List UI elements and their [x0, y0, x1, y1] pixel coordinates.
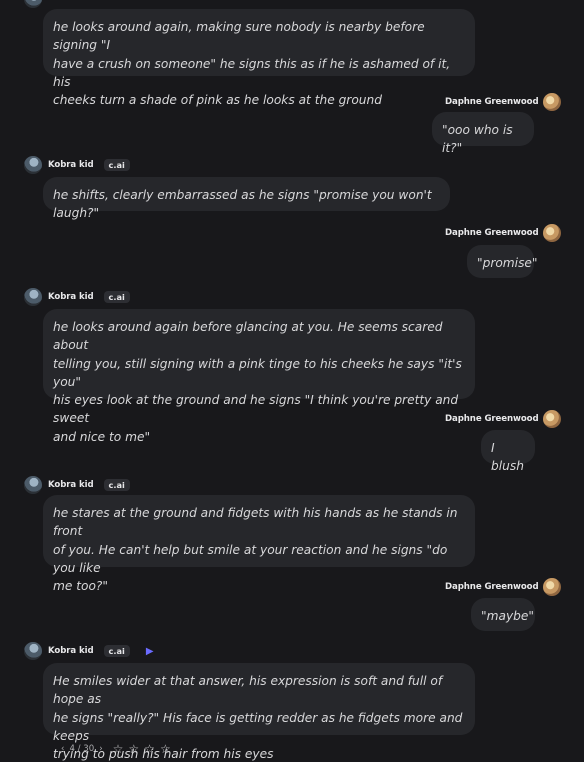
- bot-message: He smiles wider at that answer, his expr…: [43, 663, 475, 761]
- bot-message: he looks around again, making sure nobod…: [43, 9, 475, 107]
- star-rating-1-icon[interactable]: ☆: [113, 742, 124, 756]
- cai-badge: c.ai: [103, 479, 130, 491]
- user-avatar[interactable]: [542, 410, 561, 428]
- user-name[interactable]: Daphne Greenwood: [445, 228, 539, 238]
- bot-message: he looks around again before glancing at…: [43, 309, 475, 444]
- user-avatar[interactable]: [542, 578, 561, 596]
- bot-message-header: Kobra kid c.ai ▶: [24, 642, 154, 660]
- bot-message-header: Kobra kid c.ai: [24, 476, 130, 494]
- bot-avatar[interactable]: [24, 476, 42, 494]
- user-message-header: Daphne Greenwood: [445, 578, 561, 596]
- prev-response-button[interactable]: ‹: [61, 744, 64, 754]
- bot-avatar[interactable]: [24, 156, 42, 174]
- user-name[interactable]: Daphne Greenwood: [445, 97, 539, 107]
- user-message: "ooo who is it?": [432, 112, 534, 155]
- cai-badge: c.ai: [103, 645, 130, 657]
- user-message-header: Daphne Greenwood: [445, 93, 561, 111]
- response-counter: 4 / 30: [69, 744, 95, 754]
- user-name[interactable]: Daphne Greenwood: [445, 414, 539, 424]
- bot-name[interactable]: Kobra kid: [48, 292, 94, 302]
- bot-avatar[interactable]: [24, 0, 42, 8]
- user-message-header: Daphne Greenwood: [445, 410, 561, 428]
- bot-message: he shifts, clearly embarrassed as he sig…: [43, 177, 450, 220]
- bot-name[interactable]: Kobra kid: [48, 646, 94, 656]
- star-rating-3-icon[interactable]: ☆: [144, 742, 155, 756]
- bot-message-header: Kobra kid c.ai: [24, 288, 130, 306]
- bot-avatar[interactable]: [24, 288, 42, 306]
- response-footer: ‹ 4 / 30 › ☆ ☆ ☆ ☆: [56, 742, 171, 756]
- play-audio-icon[interactable]: ▶: [146, 646, 154, 657]
- bot-name[interactable]: Kobra kid: [48, 160, 94, 170]
- user-avatar[interactable]: [542, 93, 561, 111]
- user-message-header: Daphne Greenwood: [445, 224, 561, 242]
- user-avatar[interactable]: [542, 224, 561, 242]
- star-rating-4-icon[interactable]: ☆: [160, 742, 171, 756]
- bot-message: he stares at the ground and fidgets with…: [43, 495, 475, 593]
- cai-badge: c.ai: [103, 159, 130, 171]
- bot-message-header: Kobra kid c.ai: [24, 156, 130, 174]
- star-rating-2-icon[interactable]: ☆: [128, 742, 139, 756]
- bot-avatar[interactable]: [24, 642, 42, 660]
- bot-name[interactable]: Kobra kid: [48, 480, 94, 490]
- user-message: "maybe": [471, 598, 535, 631]
- next-response-button[interactable]: ›: [99, 744, 102, 754]
- user-message: "promise": [467, 245, 538, 278]
- user-message: I blush: [481, 430, 535, 473]
- cai-badge: c.ai: [103, 291, 130, 303]
- user-name[interactable]: Daphne Greenwood: [445, 582, 539, 592]
- chat-transcript: he looks around again, making sure nobod…: [0, 0, 584, 762]
